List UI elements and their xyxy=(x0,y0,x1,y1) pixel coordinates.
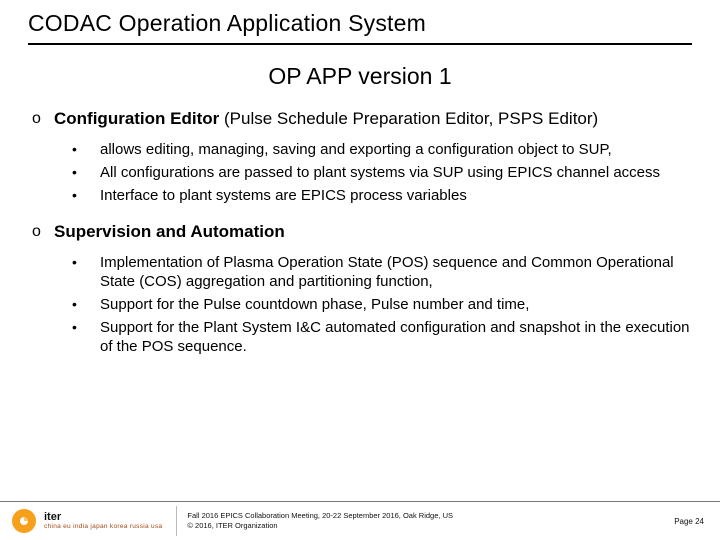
bullet-list: • Implementation of Plasma Operation Sta… xyxy=(32,253,692,356)
slide-body: o Configuration Editor (Pulse Schedule P… xyxy=(28,108,692,356)
bullet-text: Interface to plant systems are EPICS pro… xyxy=(100,186,467,205)
iter-logo-icon xyxy=(10,507,38,535)
bullet-marker: • xyxy=(72,318,100,356)
section-heading-bold: Supervision and Automation xyxy=(54,222,285,241)
list-item: • Interface to plant systems are EPICS p… xyxy=(72,186,692,205)
bullet-text: All configurations are passed to plant s… xyxy=(100,163,660,182)
bullet-text: Implementation of Plasma Operation State… xyxy=(100,253,692,291)
bullet-marker: • xyxy=(72,253,100,291)
footer-copyright-line: © 2016, ITER Organization xyxy=(187,521,664,531)
footer-inner: iter china eu india japan korea russia u… xyxy=(0,502,720,540)
section-heading: Configuration Editor (Pulse Schedule Pre… xyxy=(54,108,598,130)
page-number: Page 24 xyxy=(664,517,704,526)
list-item: • All configurations are passed to plant… xyxy=(72,163,692,182)
list-item: • Implementation of Plasma Operation Sta… xyxy=(72,253,692,291)
section-heading-bold: Configuration Editor xyxy=(54,109,219,128)
footer-center: Fall 2016 EPICS Collaboration Meeting, 2… xyxy=(177,511,664,531)
logo-area: iter china eu india japan korea russia u… xyxy=(10,506,177,536)
bullet-marker: • xyxy=(72,140,100,159)
logo-tagline: china eu india japan korea russia usa xyxy=(44,523,162,530)
slide: CODAC Operation Application System OP AP… xyxy=(0,0,720,540)
section: o Configuration Editor (Pulse Schedule P… xyxy=(32,108,692,130)
bullet-text: allows editing, managing, saving and exp… xyxy=(100,140,612,159)
footer: iter china eu india japan korea russia u… xyxy=(0,501,720,540)
slide-title: CODAC Operation Application System xyxy=(28,10,692,45)
list-item: • Support for the Plant System I&C autom… xyxy=(72,318,692,356)
section: o Supervision and Automation xyxy=(32,221,692,243)
bullet-marker: • xyxy=(72,295,100,314)
logo-text-block: iter china eu india japan korea russia u… xyxy=(44,512,162,530)
bullet-marker: • xyxy=(72,186,100,205)
list-item: • allows editing, managing, saving and e… xyxy=(72,140,692,159)
spacer xyxy=(32,209,692,221)
list-marker-circle: o xyxy=(32,221,54,243)
section-heading: Supervision and Automation xyxy=(54,221,285,243)
bullet-text: Support for the Plant System I&C automat… xyxy=(100,318,692,356)
bullet-marker: • xyxy=(72,163,100,182)
slide-subtitle: OP APP version 1 xyxy=(28,63,692,90)
bullet-text: Support for the Pulse countdown phase, P… xyxy=(100,295,529,314)
bullet-list: • allows editing, managing, saving and e… xyxy=(32,140,692,205)
list-item: • Support for the Pulse countdown phase,… xyxy=(72,295,692,314)
footer-meeting-line: Fall 2016 EPICS Collaboration Meeting, 2… xyxy=(187,511,664,521)
logo-name: iter xyxy=(44,512,162,523)
section-heading-rest: (Pulse Schedule Preparation Editor, PSPS… xyxy=(219,109,598,128)
list-marker-circle: o xyxy=(32,108,54,130)
